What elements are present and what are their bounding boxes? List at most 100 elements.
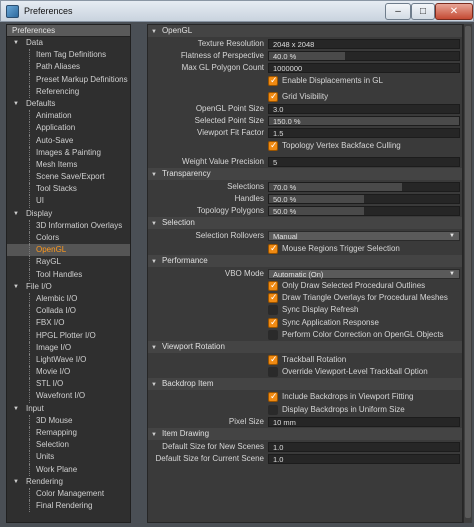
sidebar-item-tool-handles[interactable]: Tool Handles xyxy=(7,268,130,281)
sidebar-item-units[interactable]: Units xyxy=(7,451,130,464)
input-topology-polygons[interactable]: 50.0 % xyxy=(268,206,460,217)
expand-arrow-icon[interactable]: ▼ xyxy=(13,281,19,293)
sidebar-item-colors[interactable]: Colors xyxy=(7,232,130,245)
expand-arrow-icon[interactable]: ▼ xyxy=(13,37,19,49)
collapse-arrow-icon[interactable]: ▼ xyxy=(151,26,157,38)
scrollbar-thumb[interactable] xyxy=(465,26,471,518)
checkbox-grid-visibility[interactable] xyxy=(268,91,278,102)
checkbox-mouse-regions-trigger-selection[interactable] xyxy=(268,243,278,254)
section-header-transparency[interactable]: ▼ Transparency xyxy=(148,167,462,181)
checkbox-enable-displacements-in-gl[interactable] xyxy=(268,75,278,86)
sidebar-item-preset-markup-definitions[interactable]: Preset Markup Definitions xyxy=(7,73,130,86)
sidebar-item-tool-stacks[interactable]: Tool Stacks xyxy=(7,183,130,196)
sidebar-item-hpgl-plotter-i-o[interactable]: HPGL Plotter I/O xyxy=(7,329,130,342)
sidebar-item-referencing[interactable]: Referencing xyxy=(7,85,130,98)
input-flatness-of-perspective[interactable]: 40.0 % xyxy=(268,51,460,62)
input-handles[interactable]: 50.0 % xyxy=(268,194,460,205)
app-icon xyxy=(6,5,19,18)
sidebar-item-work-plane[interactable]: Work Plane xyxy=(7,463,130,476)
collapse-arrow-icon[interactable]: ▼ xyxy=(151,342,157,354)
sidebar-item-selection[interactable]: Selection xyxy=(7,439,130,452)
sidebar-item-stl-i-o[interactable]: STL I/O xyxy=(7,378,130,391)
sidebar-item-auto-save[interactable]: Auto-Save xyxy=(7,134,130,147)
section-header-item-drawing[interactable]: ▼ Item Drawing xyxy=(148,427,462,441)
sidebar-item-movie-i-o[interactable]: Movie I/O xyxy=(7,366,130,379)
collapse-arrow-icon[interactable]: ▼ xyxy=(151,256,157,268)
section-header-backdrop-item[interactable]: ▼ Backdrop Item xyxy=(148,378,462,391)
checkbox-only-draw-selected-procedural-outlines[interactable] xyxy=(268,280,278,291)
checkbox-override-viewport-level-trackball-option[interactable] xyxy=(268,367,278,378)
field-label: Default Size for New Scenes xyxy=(162,441,264,451)
sidebar-item-ui[interactable]: UI xyxy=(7,195,130,208)
collapse-arrow-icon[interactable]: ▼ xyxy=(151,218,157,230)
sidebar-item-defaults[interactable]: ▼ Defaults xyxy=(7,98,130,110)
sidebar-item-lightwave-i-o[interactable]: LightWave I/O xyxy=(7,353,130,367)
checkbox-label: Mouse Regions Trigger Selection xyxy=(282,243,400,253)
checkbox-draw-triangle-overlays-for-procedural-meshes[interactable] xyxy=(268,292,278,304)
checkbox-perform-color-correction-on-opengl-objects[interactable] xyxy=(268,329,278,340)
sidebar-item-application[interactable]: Application xyxy=(7,122,130,135)
section-header-opengl[interactable]: ▼ OpenGL xyxy=(148,25,462,37)
minimize-button[interactable]: – xyxy=(385,3,411,20)
checkbox-label: Perform Color Correction on OpenGL Objec… xyxy=(282,329,444,339)
collapse-arrow-icon[interactable]: ▼ xyxy=(151,429,157,441)
sidebar-item-mesh-items[interactable]: Mesh Items xyxy=(7,158,130,172)
sidebar-item-opengl[interactable]: OpenGL xyxy=(7,244,130,257)
checkbox-display-backdrops-in-uniform-size[interactable] xyxy=(268,404,278,415)
input-default-size-for-current-scene[interactable]: 1.0 xyxy=(268,454,460,465)
sidebar-item-item-tag-definitions[interactable]: Item Tag Definitions xyxy=(7,49,130,62)
window-frame: Preferences ▼ Data Item Tag Definitions Pat… xyxy=(0,22,474,527)
sidebar-item-input[interactable]: ▼ Input xyxy=(7,403,130,415)
dropdown-vbo-mode[interactable]: Automatic (On) ▼ xyxy=(268,268,460,279)
maximize-button[interactable]: □ xyxy=(411,3,435,20)
expand-arrow-icon[interactable]: ▼ xyxy=(13,476,19,488)
section-header-viewport-rotation[interactable]: ▼ Viewport Rotation xyxy=(148,340,462,354)
input-selections[interactable]: 70.0 % xyxy=(268,181,460,192)
section-header-performance[interactable]: ▼ Performance xyxy=(148,254,462,268)
checkbox-trackball-rotation[interactable] xyxy=(268,354,278,365)
collapse-arrow-icon[interactable]: ▼ xyxy=(151,379,157,391)
sidebar-item-display[interactable]: ▼ Display xyxy=(7,208,130,220)
sidebar-item-final-rendering[interactable]: Final Rendering xyxy=(7,500,130,513)
sidebar-item-label: Images & Painting xyxy=(36,147,101,157)
input-default-size-for-new-scenes[interactable]: 1.0 xyxy=(268,441,460,452)
collapse-arrow-icon[interactable]: ▼ xyxy=(151,169,157,181)
checkbox-sync-application-response[interactable] xyxy=(268,317,278,328)
input-selected-point-size[interactable]: 150.0 % xyxy=(268,116,460,127)
expand-arrow-icon[interactable]: ▼ xyxy=(13,403,19,415)
tree-header: Preferences xyxy=(7,25,130,37)
sidebar-item-remapping[interactable]: Remapping xyxy=(7,427,130,440)
input-viewport-fit-factor[interactable]: 1.5 xyxy=(268,128,460,139)
expand-arrow-icon[interactable]: ▼ xyxy=(13,98,19,110)
sidebar-item-collada-i-o[interactable]: Collada I/O xyxy=(7,305,130,318)
input-max-gl-polygon-count[interactable]: 1000000 xyxy=(268,63,460,74)
vertical-scrollbar[interactable] xyxy=(463,24,472,523)
sidebar-item-data[interactable]: ▼ Data xyxy=(7,37,130,49)
close-button[interactable]: ✕ xyxy=(435,3,473,20)
preferences-tree[interactable]: Preferences ▼ Data Item Tag Definitions Pat… xyxy=(6,24,131,523)
sidebar-item-scene-save-export[interactable]: Scene Save/Export xyxy=(7,171,130,184)
sidebar-item-wavefront-i-o[interactable]: Wavefront I/O xyxy=(7,390,130,403)
dropdown-selection-rollovers[interactable]: Manual ▼ xyxy=(268,231,460,242)
input-texture-resolution[interactable]: 2048 x 2048 xyxy=(268,39,460,49)
sidebar-item-alembic-i-o[interactable]: Alembic I/O xyxy=(7,292,130,306)
sidebar-item-images-and-painting[interactable]: Images & Painting xyxy=(7,146,130,159)
sidebar-item-file-i-o[interactable]: ▼ File I/O xyxy=(7,281,130,293)
sidebar-item-color-management[interactable]: Color Management xyxy=(7,487,130,501)
expand-arrow-icon[interactable]: ▼ xyxy=(13,208,19,220)
checkbox-topology-vertex-backface-culling[interactable] xyxy=(268,140,278,151)
checkbox-sync-display-refresh[interactable] xyxy=(268,305,278,316)
input-weight-value-precision[interactable]: 5 xyxy=(268,156,460,167)
input-opengl-point-size[interactable]: 3.0 xyxy=(268,103,460,114)
sidebar-item-3d-mouse[interactable]: 3D Mouse xyxy=(7,414,130,427)
checkbox-include-backdrops-in-viewport-fitting[interactable] xyxy=(268,391,278,403)
sidebar-item-raygl[interactable]: RayGL xyxy=(7,256,130,269)
input-pixel-size[interactable]: 10 mm xyxy=(268,416,460,427)
sidebar-item-rendering[interactable]: ▼ Rendering xyxy=(7,476,130,488)
sidebar-item-3d-information-overlays[interactable]: 3D Information Overlays xyxy=(7,219,130,232)
sidebar-item-image-i-o[interactable]: Image I/O xyxy=(7,341,130,354)
sidebar-item-path-aliases[interactable]: Path Aliases xyxy=(7,61,130,74)
sidebar-item-fbx-i-o[interactable]: FBX I/O xyxy=(7,317,130,330)
sidebar-item-animation[interactable]: Animation xyxy=(7,110,130,123)
section-header-selection[interactable]: ▼ Selection xyxy=(148,217,462,230)
